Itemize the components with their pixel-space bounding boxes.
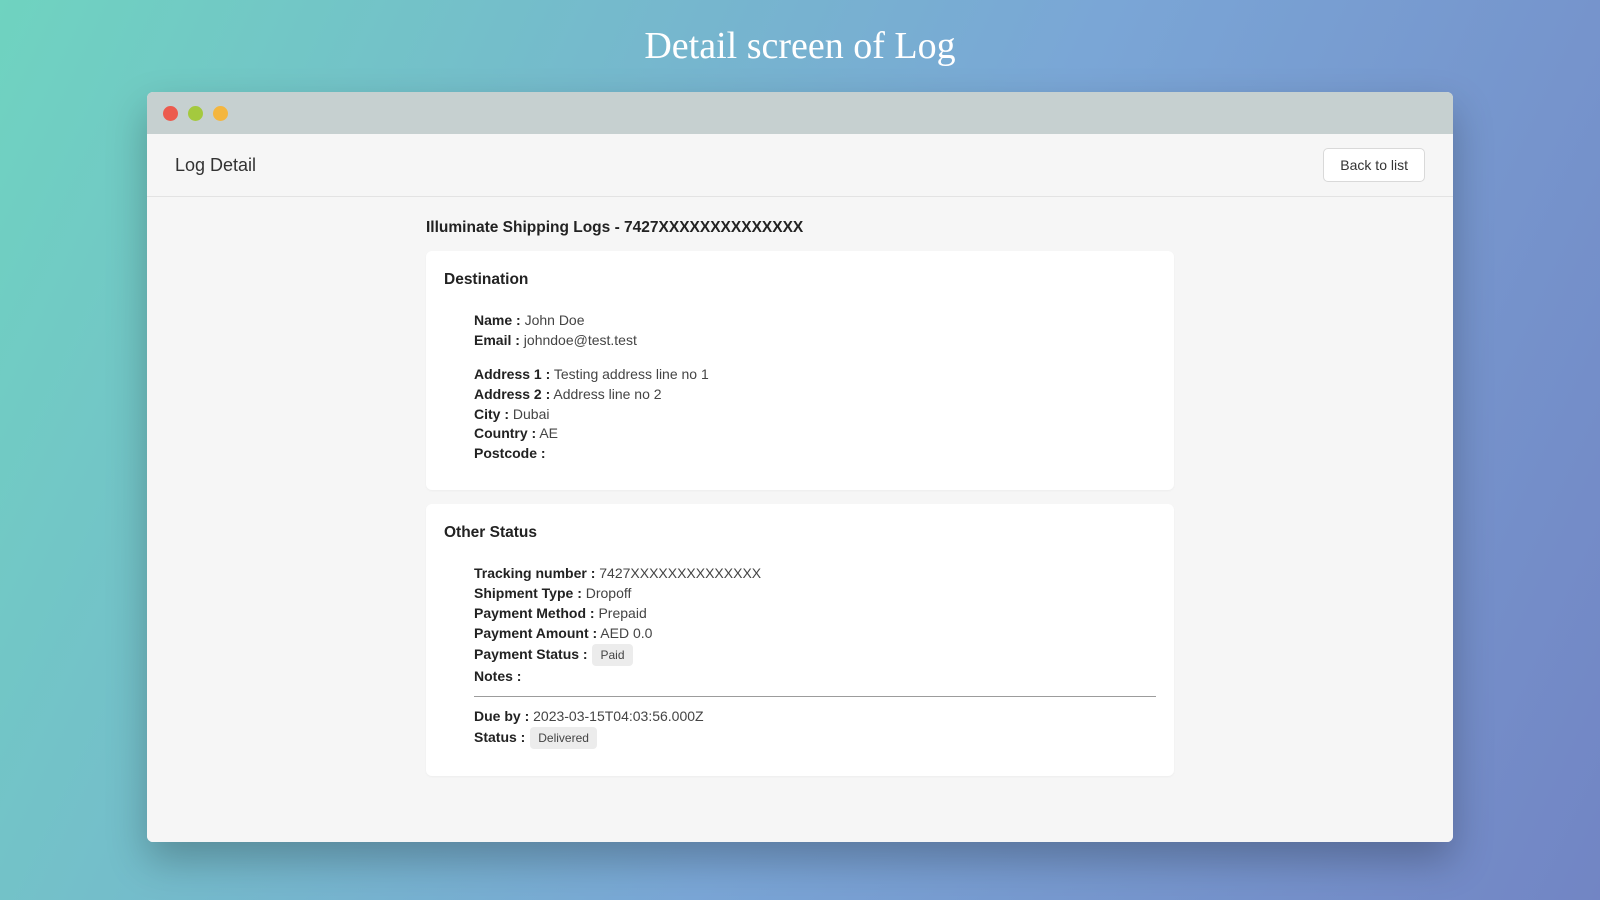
due-by-label: Due by :: [474, 708, 529, 724]
shipment-type-label: Shipment Type :: [474, 585, 582, 601]
divider: [474, 696, 1156, 697]
field-row: City : Dubai: [474, 405, 1156, 424]
back-to-list-button[interactable]: Back to list: [1323, 148, 1425, 182]
app-window: Log Detail Back to list Illuminate Shipp…: [147, 92, 1453, 842]
status-fields: Tracking number : 7427XXXXXXXXXXXXXX Shi…: [444, 564, 1156, 749]
tracking-value: 7427XXXXXXXXXXXXXX: [599, 565, 761, 581]
field-row: Notes :: [474, 667, 1156, 686]
country-label: Country :: [474, 425, 536, 441]
due-by-value: 2023-03-15T04:03:56.000Z: [533, 708, 703, 724]
content-area: Illuminate Shipping Logs - 7427XXXXXXXXX…: [147, 197, 1453, 842]
field-row: Address 1 : Testing address line no 1: [474, 365, 1156, 384]
status-badge: Delivered: [530, 727, 597, 749]
address1-value: Testing address line no 1: [554, 366, 709, 382]
field-row: Country : AE: [474, 424, 1156, 443]
maximize-icon[interactable]: [213, 106, 228, 121]
address2-label: Address 2 :: [474, 386, 550, 402]
record-title: Illuminate Shipping Logs - 7427XXXXXXXXX…: [426, 219, 1174, 237]
field-row: Shipment Type : Dropoff: [474, 584, 1156, 603]
postcode-label: Postcode :: [474, 445, 546, 461]
status-heading: Other Status: [444, 524, 1156, 542]
field-row: Postcode :: [474, 444, 1156, 463]
status-card: Other Status Tracking number : 7427XXXXX…: [426, 504, 1174, 776]
payment-amount-value: AED 0.0: [600, 625, 652, 641]
city-label: City :: [474, 406, 509, 422]
field-row: Payment Status : Paid: [474, 644, 1156, 666]
field-row: Name : John Doe: [474, 311, 1156, 330]
field-row: Status : Delivered: [474, 727, 1156, 749]
destination-card: Destination Name : John Doe Email : john…: [426, 251, 1174, 490]
shipment-type-value: Dropoff: [586, 585, 632, 601]
payment-amount-label: Payment Amount :: [474, 625, 597, 641]
header-title: Log Detail: [175, 155, 256, 176]
page-caption: Detail screen of Log: [0, 0, 1600, 92]
city-value: Dubai: [513, 406, 550, 422]
field-row: Email : johndoe@test.test: [474, 331, 1156, 350]
tracking-label: Tracking number :: [474, 565, 595, 581]
payment-method-label: Payment Method :: [474, 605, 595, 621]
payment-status-badge: Paid: [592, 644, 632, 666]
page-header: Log Detail Back to list: [147, 134, 1453, 197]
payment-method-value: Prepaid: [598, 605, 646, 621]
destination-fields: Name : John Doe Email : johndoe@test.tes…: [444, 311, 1156, 463]
email-value: johndoe@test.test: [524, 332, 637, 348]
field-row: Address 2 : Address line no 2: [474, 385, 1156, 404]
field-row: Tracking number : 7427XXXXXXXXXXXXXX: [474, 564, 1156, 583]
address1-label: Address 1 :: [474, 366, 550, 382]
minimize-icon[interactable]: [188, 106, 203, 121]
address2-value: Address line no 2: [553, 386, 661, 402]
status-label: Status :: [474, 729, 525, 745]
window-titlebar: [147, 92, 1453, 134]
field-row: Payment Amount : AED 0.0: [474, 624, 1156, 643]
country-value: AE: [539, 425, 558, 441]
field-row: Payment Method : Prepaid: [474, 604, 1156, 623]
notes-label: Notes :: [474, 668, 521, 684]
field-row: Due by : 2023-03-15T04:03:56.000Z: [474, 707, 1156, 726]
close-icon[interactable]: [163, 106, 178, 121]
email-label: Email :: [474, 332, 520, 348]
destination-heading: Destination: [444, 271, 1156, 289]
payment-status-label: Payment Status :: [474, 646, 588, 662]
name-value: John Doe: [525, 312, 585, 328]
name-label: Name :: [474, 312, 521, 328]
